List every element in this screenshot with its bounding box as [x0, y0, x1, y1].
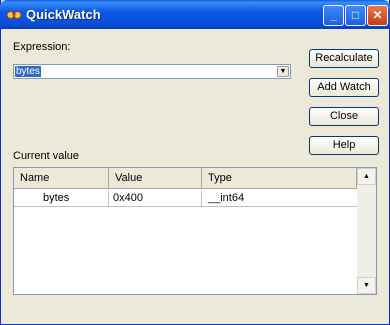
cell-value[interactable]: 0x400: [109, 191, 202, 207]
vertical-scrollbar[interactable]: ▲ ▼: [357, 168, 376, 294]
column-header-type[interactable]: Type: [202, 168, 357, 189]
expression-label: Expression:: [13, 41, 71, 53]
current-value-label: Current value: [13, 150, 80, 162]
recalculate-button[interactable]: Recalculate: [309, 49, 379, 68]
column-header-value[interactable]: Value: [109, 168, 202, 189]
title-bar[interactable]: QuickWatch _ □ ✕: [0, 0, 390, 29]
expression-value[interactable]: bytes: [15, 66, 41, 77]
scroll-down-icon[interactable]: ▼: [357, 277, 376, 294]
minimize-button[interactable]: _: [323, 5, 344, 26]
scroll-up-icon[interactable]: ▲: [357, 168, 376, 185]
help-button[interactable]: Help: [309, 136, 379, 155]
column-divider: [201, 191, 202, 207]
window-title: QuickWatch: [26, 7, 101, 22]
column-header-name[interactable]: Name: [14, 168, 109, 189]
close-icon: ✕: [372, 8, 383, 22]
glasses-icon: [6, 11, 22, 19]
dropdown-arrow-icon[interactable]: ▼: [277, 66, 289, 77]
cell-name[interactable]: bytes: [14, 191, 109, 207]
maximize-button[interactable]: □: [345, 5, 366, 26]
column-divider: [108, 191, 109, 207]
minimize-icon: _: [330, 8, 337, 22]
quickwatch-dialog: QuickWatch _ □ ✕ Expression: bytes ▼ Rec…: [0, 0, 390, 325]
maximize-icon: □: [351, 8, 360, 22]
close-window-button[interactable]: ✕: [367, 5, 388, 26]
expression-combobox[interactable]: bytes ▼: [13, 64, 291, 79]
close-button[interactable]: Close: [309, 107, 379, 126]
cell-type[interactable]: __int64: [202, 191, 357, 207]
value-grid[interactable]: Name Value Type bytes 0x400 __int64 ▲ ▼: [13, 167, 377, 295]
add-watch-button[interactable]: Add Watch: [309, 78, 379, 97]
